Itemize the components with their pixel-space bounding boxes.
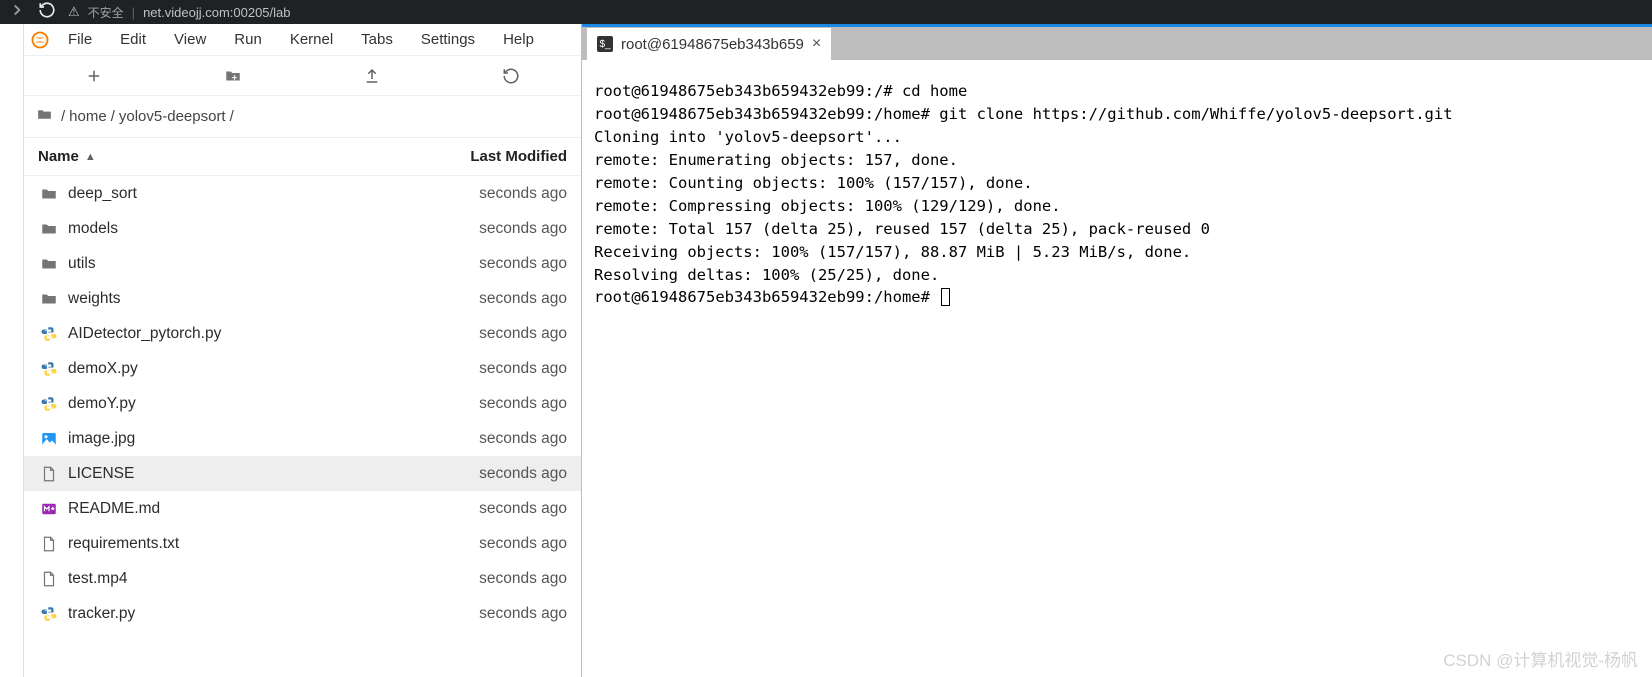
forward-icon[interactable] — [8, 1, 26, 24]
file-name: README.md — [68, 500, 387, 518]
file-icon — [38, 570, 60, 588]
reload-icon[interactable] — [38, 1, 56, 24]
breadcrumb-home[interactable]: home — [69, 108, 107, 125]
file-list: deep_sortseconds agomodelsseconds agouti… — [24, 176, 581, 677]
sort-ascending-icon: ▲ — [85, 151, 96, 163]
folder-icon — [38, 220, 60, 238]
menu-tabs[interactable]: Tabs — [349, 27, 405, 52]
folder-icon — [38, 185, 60, 203]
breadcrumb-sep: / — [111, 108, 115, 125]
breadcrumb: / home / yolov5-deepsort / — [24, 96, 581, 138]
file-row[interactable]: requirements.txtseconds ago — [24, 526, 581, 561]
terminal-tab[interactable]: $_ root@61948675eb343b659 × — [586, 27, 832, 60]
file-row[interactable]: demoY.pyseconds ago — [24, 386, 581, 421]
refresh-button[interactable] — [442, 67, 581, 85]
url-separator: | — [132, 5, 135, 20]
file-row[interactable]: AIDetector_pytorch.pyseconds ago — [24, 316, 581, 351]
file-name: requirements.txt — [68, 535, 387, 553]
file-modified: seconds ago — [387, 465, 567, 483]
security-text: 不安全 — [88, 4, 124, 21]
file-icon — [38, 465, 60, 483]
terminal-icon: $_ — [597, 36, 613, 52]
file-row[interactable]: image.jpgseconds ago — [24, 421, 581, 456]
file-modified: seconds ago — [387, 605, 567, 623]
breadcrumb-sep: / — [230, 108, 234, 125]
menu-help[interactable]: Help — [491, 27, 546, 52]
file-list-header: Name ▲ Last Modified — [24, 138, 581, 176]
file-name: tracker.py — [68, 605, 387, 623]
file-modified: seconds ago — [387, 290, 567, 308]
file-row[interactable]: deep_sortseconds ago — [24, 176, 581, 211]
img-icon — [38, 430, 60, 448]
py-icon — [38, 605, 60, 623]
activity-rail — [0, 24, 24, 677]
md-icon — [38, 500, 60, 518]
menu-edit[interactable]: Edit — [108, 27, 158, 52]
browser-address-bar: ⚠ 不安全 | net.videojj.com:00205/lab — [0, 0, 1652, 24]
file-row[interactable]: README.mdseconds ago — [24, 491, 581, 526]
menu-run[interactable]: Run — [222, 27, 274, 52]
file-row[interactable]: utilsseconds ago — [24, 246, 581, 281]
file-row[interactable]: LICENSEseconds ago — [24, 456, 581, 491]
file-modified: seconds ago — [387, 220, 567, 238]
file-modified: seconds ago — [387, 535, 567, 553]
new-launcher-button[interactable] — [24, 67, 163, 85]
column-name-label: Name — [38, 148, 79, 165]
menu-kernel[interactable]: Kernel — [278, 27, 345, 52]
folder-icon — [38, 290, 60, 308]
file-toolbar — [24, 56, 581, 96]
file-modified: seconds ago — [387, 430, 567, 448]
file-modified: seconds ago — [387, 325, 567, 343]
menu-view[interactable]: View — [162, 27, 218, 52]
file-modified: seconds ago — [387, 360, 567, 378]
folder-icon — [38, 255, 60, 273]
folder-icon[interactable] — [36, 106, 53, 127]
file-icon — [38, 535, 60, 553]
file-row[interactable]: demoX.pyseconds ago — [24, 351, 581, 386]
file-row[interactable]: weightsseconds ago — [24, 281, 581, 316]
tab-title: root@61948675eb343b659 — [621, 36, 804, 53]
close-icon[interactable]: × — [812, 35, 821, 53]
security-warning-icon: ⚠ — [68, 4, 80, 20]
upload-button[interactable] — [303, 67, 442, 85]
file-modified: seconds ago — [387, 255, 567, 273]
url-text[interactable]: net.videojj.com:00205/lab — [143, 5, 290, 20]
terminal-output[interactable]: root@61948675eb343b659432eb99:/# cd home… — [582, 60, 1652, 677]
column-modified-label: Last Modified — [470, 148, 567, 165]
file-name: weights — [68, 290, 387, 308]
column-name[interactable]: Name ▲ — [38, 148, 387, 165]
breadcrumb-sep: / — [61, 108, 65, 125]
file-name: demoX.py — [68, 360, 387, 378]
menu-settings[interactable]: Settings — [409, 27, 487, 52]
jupyter-logo-icon[interactable] — [28, 28, 52, 52]
py-icon — [38, 395, 60, 413]
file-modified: seconds ago — [387, 570, 567, 588]
file-name: LICENSE — [68, 465, 387, 483]
file-name: deep_sort — [68, 185, 387, 203]
column-modified[interactable]: Last Modified — [387, 148, 567, 165]
menu-bar: File Edit View Run Kernel Tabs Settings … — [24, 24, 581, 56]
tab-bar: $_ root@61948675eb343b659 × — [582, 24, 1652, 60]
file-name: test.mp4 — [68, 570, 387, 588]
file-modified: seconds ago — [387, 185, 567, 203]
file-name: AIDetector_pytorch.py — [68, 325, 387, 343]
file-name: demoY.py — [68, 395, 387, 413]
menu-file[interactable]: File — [56, 27, 104, 52]
py-icon — [38, 360, 60, 378]
file-row[interactable]: tracker.pyseconds ago — [24, 596, 581, 631]
file-row[interactable]: modelsseconds ago — [24, 211, 581, 246]
file-row[interactable]: test.mp4seconds ago — [24, 561, 581, 596]
new-folder-button[interactable] — [163, 67, 302, 85]
file-name: models — [68, 220, 387, 238]
terminal-panel: $_ root@61948675eb343b659 × root@6194867… — [582, 24, 1652, 677]
file-name: utils — [68, 255, 387, 273]
breadcrumb-current[interactable]: yolov5-deepsort — [119, 108, 226, 125]
file-name: image.jpg — [68, 430, 387, 448]
py-icon — [38, 325, 60, 343]
file-modified: seconds ago — [387, 395, 567, 413]
file-modified: seconds ago — [387, 500, 567, 518]
file-browser-panel: File Edit View Run Kernel Tabs Settings … — [24, 24, 582, 677]
